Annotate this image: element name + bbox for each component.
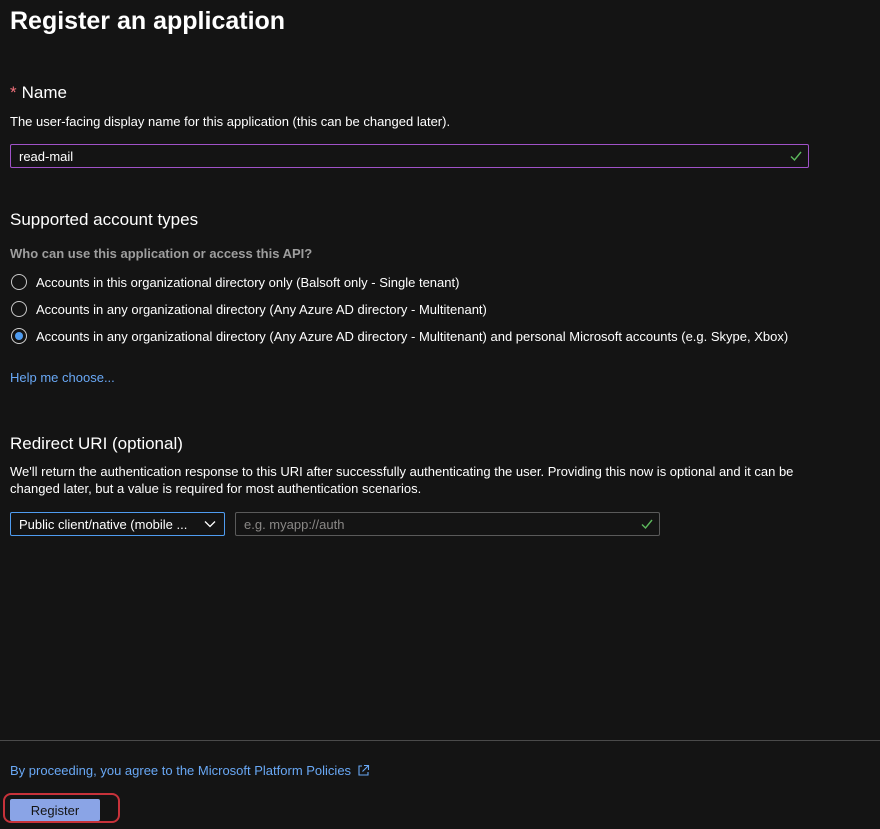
- radio-label: Accounts in any organizational directory…: [36, 301, 487, 317]
- account-type-option-multitenant[interactable]: Accounts in any organizational directory…: [11, 299, 487, 319]
- name-heading-label: Name: [21, 83, 67, 102]
- account-types-question: Who can use this application or access t…: [10, 246, 313, 261]
- footer-divider: [0, 740, 880, 741]
- external-link-icon: [358, 764, 370, 776]
- account-type-option-single-tenant[interactable]: Accounts in this organizational director…: [11, 272, 459, 292]
- page-title: Register an application: [10, 7, 286, 35]
- help-me-choose-link[interactable]: Help me choose...: [10, 370, 115, 385]
- account-types-heading: Supported account types: [10, 210, 199, 229]
- radio-unchecked-icon[interactable]: [11, 301, 27, 317]
- check-icon: [790, 151, 802, 162]
- radio-label: Accounts in any organizational directory…: [36, 328, 789, 344]
- radio-unchecked-icon[interactable]: [11, 274, 27, 290]
- required-marker: *: [10, 83, 17, 102]
- check-icon: [641, 519, 653, 530]
- name-input[interactable]: [11, 145, 808, 167]
- redirect-uri-field[interactable]: [235, 512, 660, 536]
- register-button[interactable]: Register: [10, 799, 100, 821]
- chevron-down-icon: [204, 521, 216, 528]
- redirect-uri-input[interactable]: [236, 513, 659, 535]
- name-heading: * Name: [10, 82, 67, 104]
- platform-policies-link[interactable]: By proceeding, you agree to the Microsof…: [10, 763, 370, 778]
- redirect-uri-description: We'll return the authentication response…: [10, 464, 794, 496]
- platform-policies-text: By proceeding, you agree to the Microsof…: [10, 763, 352, 778]
- redirect-uri-heading: Redirect URI (optional): [10, 434, 183, 453]
- radio-label: Accounts in this organizational director…: [36, 274, 460, 290]
- name-description: The user-facing display name for this ap…: [10, 114, 451, 129]
- register-app-page: Register an application * Name The user-f…: [0, 0, 880, 829]
- radio-checked-icon[interactable]: [11, 328, 27, 344]
- name-field[interactable]: [10, 144, 809, 168]
- platform-selected-value: Public client/native (mobile ...: [19, 517, 188, 532]
- account-type-option-multitenant-personal[interactable]: Accounts in any organizational directory…: [11, 326, 788, 346]
- platform-dropdown[interactable]: Public client/native (mobile ...: [10, 512, 225, 536]
